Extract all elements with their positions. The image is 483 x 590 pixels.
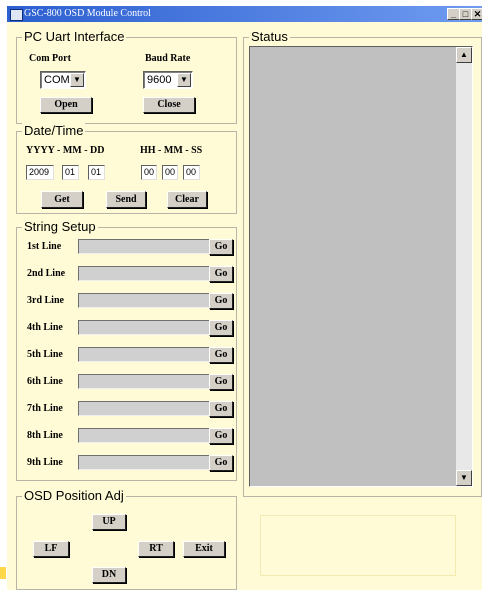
line-text-field[interactable] [78,455,214,470]
go-button[interactable]: Go [209,266,233,282]
datetime-group: Date/Time YYYY - MM - DD HH - MM - SS 20… [16,122,237,214]
baud-rate-value: 9600 [147,74,172,86]
datetime-legend: Date/Time [22,122,86,140]
osd-position-legend: OSD Position Adj [22,487,126,505]
com-port-select[interactable]: COM1 ▼ [40,71,86,89]
osd-right-button[interactable]: RT [138,541,174,557]
go-button[interactable]: Go [209,374,233,390]
line-text-field[interactable] [78,239,214,254]
window-title: GSC-800 OSD Module Control [24,8,151,19]
edge-marker [0,567,6,579]
status-scrollbar[interactable]: ▲ ▼ [456,47,472,486]
app-window: GSC-800 OSD Module Control _ □ ✕ PC Uart… [7,6,482,590]
osd-left-button[interactable]: LF [33,541,69,557]
osd-position-group: OSD Position Adj UP LF RT Exit DN [16,487,237,590]
title-bar[interactable]: GSC-800 OSD Module Control _ □ ✕ [7,6,482,22]
day-field[interactable]: 01 [88,165,105,180]
go-button[interactable]: Go [209,401,233,417]
month-field[interactable]: 01 [62,165,79,180]
go-button[interactable]: Go [209,428,233,444]
go-button[interactable]: Go [209,347,233,363]
line-text-field[interactable] [78,401,214,416]
line-text-field[interactable] [78,347,214,362]
scroll-down-icon[interactable]: ▼ [456,470,472,486]
baud-rate-label: Baud Rate [145,53,191,64]
second-field[interactable]: 00 [183,165,200,180]
uart-group: PC Uart Interface Com Port Baud Rate COM… [16,28,237,124]
line-label: 6th Line [27,376,63,387]
line-text-field[interactable] [78,428,214,443]
line-label: 8th Line [27,430,63,441]
year-field[interactable]: 2009 [26,165,54,180]
line-label: 5th Line [27,349,63,360]
osd-exit-button[interactable]: Exit [183,541,225,557]
open-button[interactable]: Open [40,97,92,113]
hour-field[interactable]: 00 [141,165,157,180]
scroll-up-icon[interactable]: ▲ [456,47,472,63]
line-label: 4th Line [27,322,63,333]
line-label: 1st Line [27,241,62,252]
line-label: 9th Line [27,457,63,468]
info-panel [260,515,456,576]
string-setup-legend: String Setup [22,218,98,236]
status-log[interactable]: ▲ ▼ [249,46,473,487]
close-window-button[interactable]: ✕ [471,8,482,20]
get-button[interactable]: Get [41,191,83,208]
go-button[interactable]: Go [209,239,233,255]
osd-up-button[interactable]: UP [92,514,126,530]
status-legend: Status [249,28,290,46]
chevron-down-icon[interactable]: ▼ [70,73,84,87]
go-button[interactable]: Go [209,320,233,336]
line-text-field[interactable] [78,266,214,281]
go-button[interactable]: Go [209,455,233,471]
com-port-label: Com Port [29,53,71,64]
line-text-field[interactable] [78,320,214,335]
clear-button[interactable]: Clear [167,191,207,208]
line-text-field[interactable] [78,374,214,389]
string-setup-group: String Setup 1st Line Go 2nd Line Go 3rd Lin… [16,218,237,481]
close-button[interactable]: Close [143,97,195,113]
app-icon [10,9,23,21]
line-text-field[interactable] [78,293,214,308]
minute-field[interactable]: 00 [162,165,178,180]
osd-down-button[interactable]: DN [92,567,126,583]
line-label: 3rd Line [27,295,64,306]
go-button[interactable]: Go [209,293,233,309]
date-format-label: YYYY - MM - DD [26,145,105,156]
chevron-down-icon[interactable]: ▼ [177,73,191,87]
send-button[interactable]: Send [106,191,146,208]
uart-legend: PC Uart Interface [22,28,127,46]
line-label: 2nd Line [27,268,66,279]
line-label: 7th Line [27,403,63,414]
time-format-label: HH - MM - SS [140,145,203,156]
baud-rate-select[interactable]: 9600 ▼ [143,71,193,89]
